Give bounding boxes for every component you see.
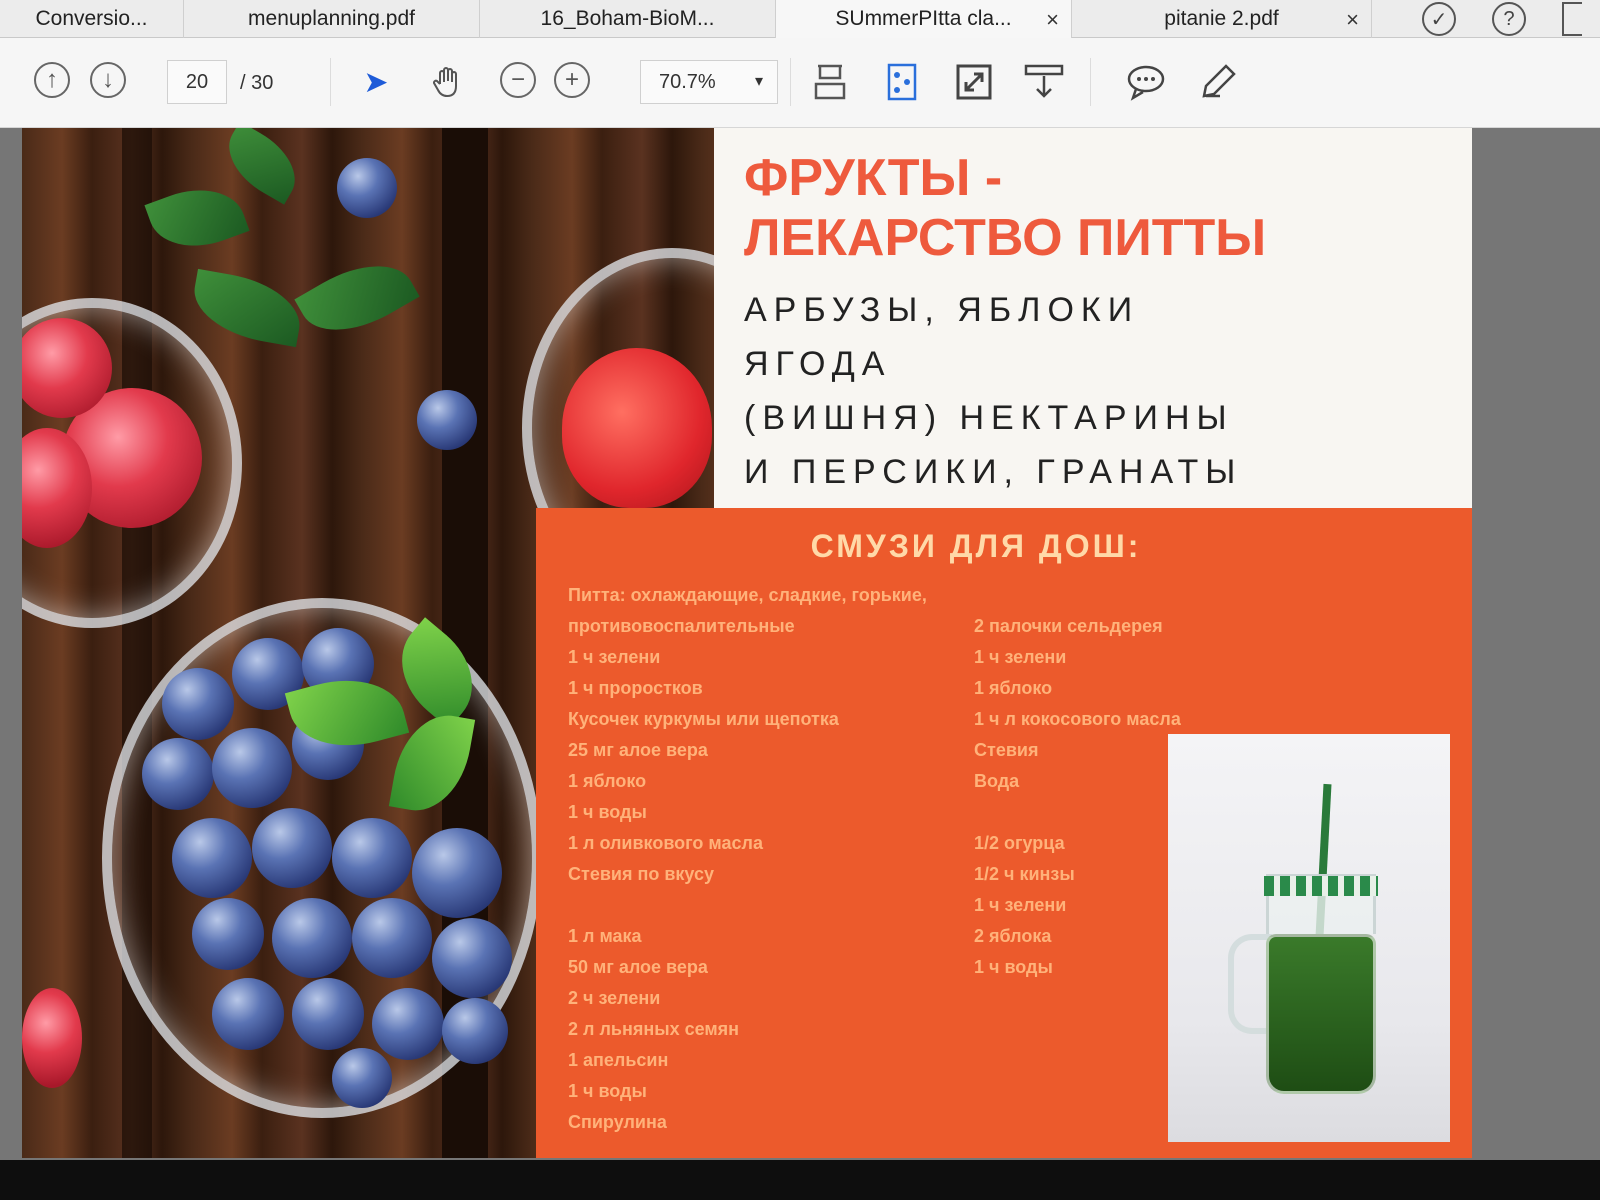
tab-boham[interactable]: 16_Boham-BioM... xyxy=(480,0,776,38)
scroll-mode-icon[interactable] xyxy=(810,62,850,102)
recipe-line: 25 мг алое вера xyxy=(568,740,708,760)
highlight-pen-icon[interactable] xyxy=(1198,62,1238,102)
recipe-line xyxy=(974,580,1304,611)
page-display-icon[interactable] xyxy=(882,62,922,102)
checkmark-icon[interactable]: ✓ xyxy=(1422,2,1456,36)
recipe-line: 1 яблоко xyxy=(974,678,1053,698)
close-icon[interactable]: × xyxy=(1046,7,1059,33)
page-total: / 30 xyxy=(240,72,274,94)
recipe-line: 1 ч зелени xyxy=(568,647,661,667)
page-number-input[interactable]: 20 xyxy=(167,60,227,104)
select-arrow-icon[interactable]: ➤ xyxy=(356,62,396,102)
full-screen-icon[interactable] xyxy=(954,62,994,102)
hand-icon[interactable] xyxy=(428,62,468,102)
toolbar-divider xyxy=(330,58,331,106)
zoom-out-icon[interactable]: − xyxy=(500,62,536,98)
recipe-line: 2 л льняных семян xyxy=(568,1019,740,1039)
toolbar: ↑ ↓ 20 / 30 ➤ − + 70.7% ▾ xyxy=(0,38,1600,128)
tab-conversion[interactable]: Conversio... xyxy=(0,0,184,38)
help-icon[interactable]: ? xyxy=(1492,2,1526,36)
pdf-page: ФРУКТЫ - ЛЕКАРСТВО ПИТТЫ АРБУЗЫ, ЯБЛОКИ … xyxy=(22,128,1472,1158)
panel-icon[interactable] xyxy=(1562,2,1582,36)
recipe-line: 2 палочки сельдерея xyxy=(974,616,1163,636)
tab-pitanie[interactable]: pitanie 2.pdf × xyxy=(1072,0,1372,38)
recipe-line: 1 л мака xyxy=(568,926,642,946)
zoom-value: 70.7% xyxy=(659,70,716,93)
read-mode-icon[interactable] xyxy=(1024,62,1064,102)
recipe-line: 1 апельсин xyxy=(568,1050,669,1070)
toolbar-divider xyxy=(1090,58,1091,106)
page-title: ФРУКТЫ - ЛЕКАРСТВО ПИТТЫ xyxy=(744,149,1267,267)
tab-label: Conversio... xyxy=(35,7,148,30)
tab-label: menuplanning.pdf xyxy=(248,7,415,30)
document-viewer[interactable]: ФРУКТЫ - ЛЕКАРСТВО ПИТТЫ АРБУЗЫ, ЯБЛОКИ … xyxy=(0,128,1600,1160)
recipe-line: 1 ч зелени xyxy=(974,647,1067,667)
prev-page-icon[interactable]: ↑ xyxy=(34,62,70,98)
recipe-line: Спирулина xyxy=(568,1112,667,1132)
tab-bar-actions: ✓ ? xyxy=(1422,0,1600,38)
recipe-line: 50 мг алое вера xyxy=(568,957,708,977)
smoothie-jar-photo xyxy=(1168,734,1450,1142)
comment-icon[interactable] xyxy=(1126,62,1166,102)
recipe-line: 1 ч воды xyxy=(568,802,647,822)
recipe-line: Кусочек куркумы или щепотка xyxy=(568,709,839,729)
close-icon[interactable]: × xyxy=(1346,7,1359,33)
recipe-line: Питта: охлаждающие, сладкие, горькие, xyxy=(568,585,927,605)
tab-label: 16_Boham-BioM... xyxy=(540,7,715,30)
recipe-line: Стевия по вкусу xyxy=(568,864,714,884)
recipe-line: 1 ч л кокосового масла xyxy=(974,709,1181,729)
smoothie-heading: СМУЗИ ДЛЯ ДОШ: xyxy=(810,528,1142,564)
screen-bezel xyxy=(0,1160,1600,1200)
zoom-select[interactable]: 70.7% ▾ xyxy=(640,60,778,104)
chevron-down-icon: ▾ xyxy=(754,73,763,90)
toolbar-divider xyxy=(790,58,791,106)
tab-summerpitta[interactable]: SUmmerPItta cla... × xyxy=(776,0,1072,38)
next-page-icon[interactable]: ↓ xyxy=(90,62,126,98)
recipe-line: 1 ч воды xyxy=(568,1081,647,1101)
pdf-viewer-window: { "tabs": [ {"label": "Conversio...", "c… xyxy=(0,0,1600,1200)
page-subtitle: АРБУЗЫ, ЯБЛОКИ ЯГОДА (ВИШНЯ) НЕКТАРИНЫ И… xyxy=(744,291,1243,491)
recipe-line: 1 яблоко xyxy=(568,771,647,791)
recipe-line: противовоспалительные xyxy=(568,616,795,636)
tab-bar: Conversio... menuplanning.pdf 16_Boham-B… xyxy=(0,0,1600,38)
zoom-in-icon[interactable]: + xyxy=(554,62,590,98)
recipe-line: 1 ч проростков xyxy=(568,678,703,698)
recipe-line: 2 ч зелени xyxy=(568,988,661,1008)
tab-menuplanning[interactable]: menuplanning.pdf xyxy=(184,0,480,38)
tab-label: pitanie 2.pdf xyxy=(1164,7,1279,30)
tab-label: SUmmerPItta cla... xyxy=(835,7,1012,30)
smoothie-left-column: Питта: охлаждающие, сладкие, горькие, пр… xyxy=(568,580,968,1138)
recipe-line xyxy=(568,890,968,921)
recipe-line: 1 л оливкового масла xyxy=(568,833,763,853)
